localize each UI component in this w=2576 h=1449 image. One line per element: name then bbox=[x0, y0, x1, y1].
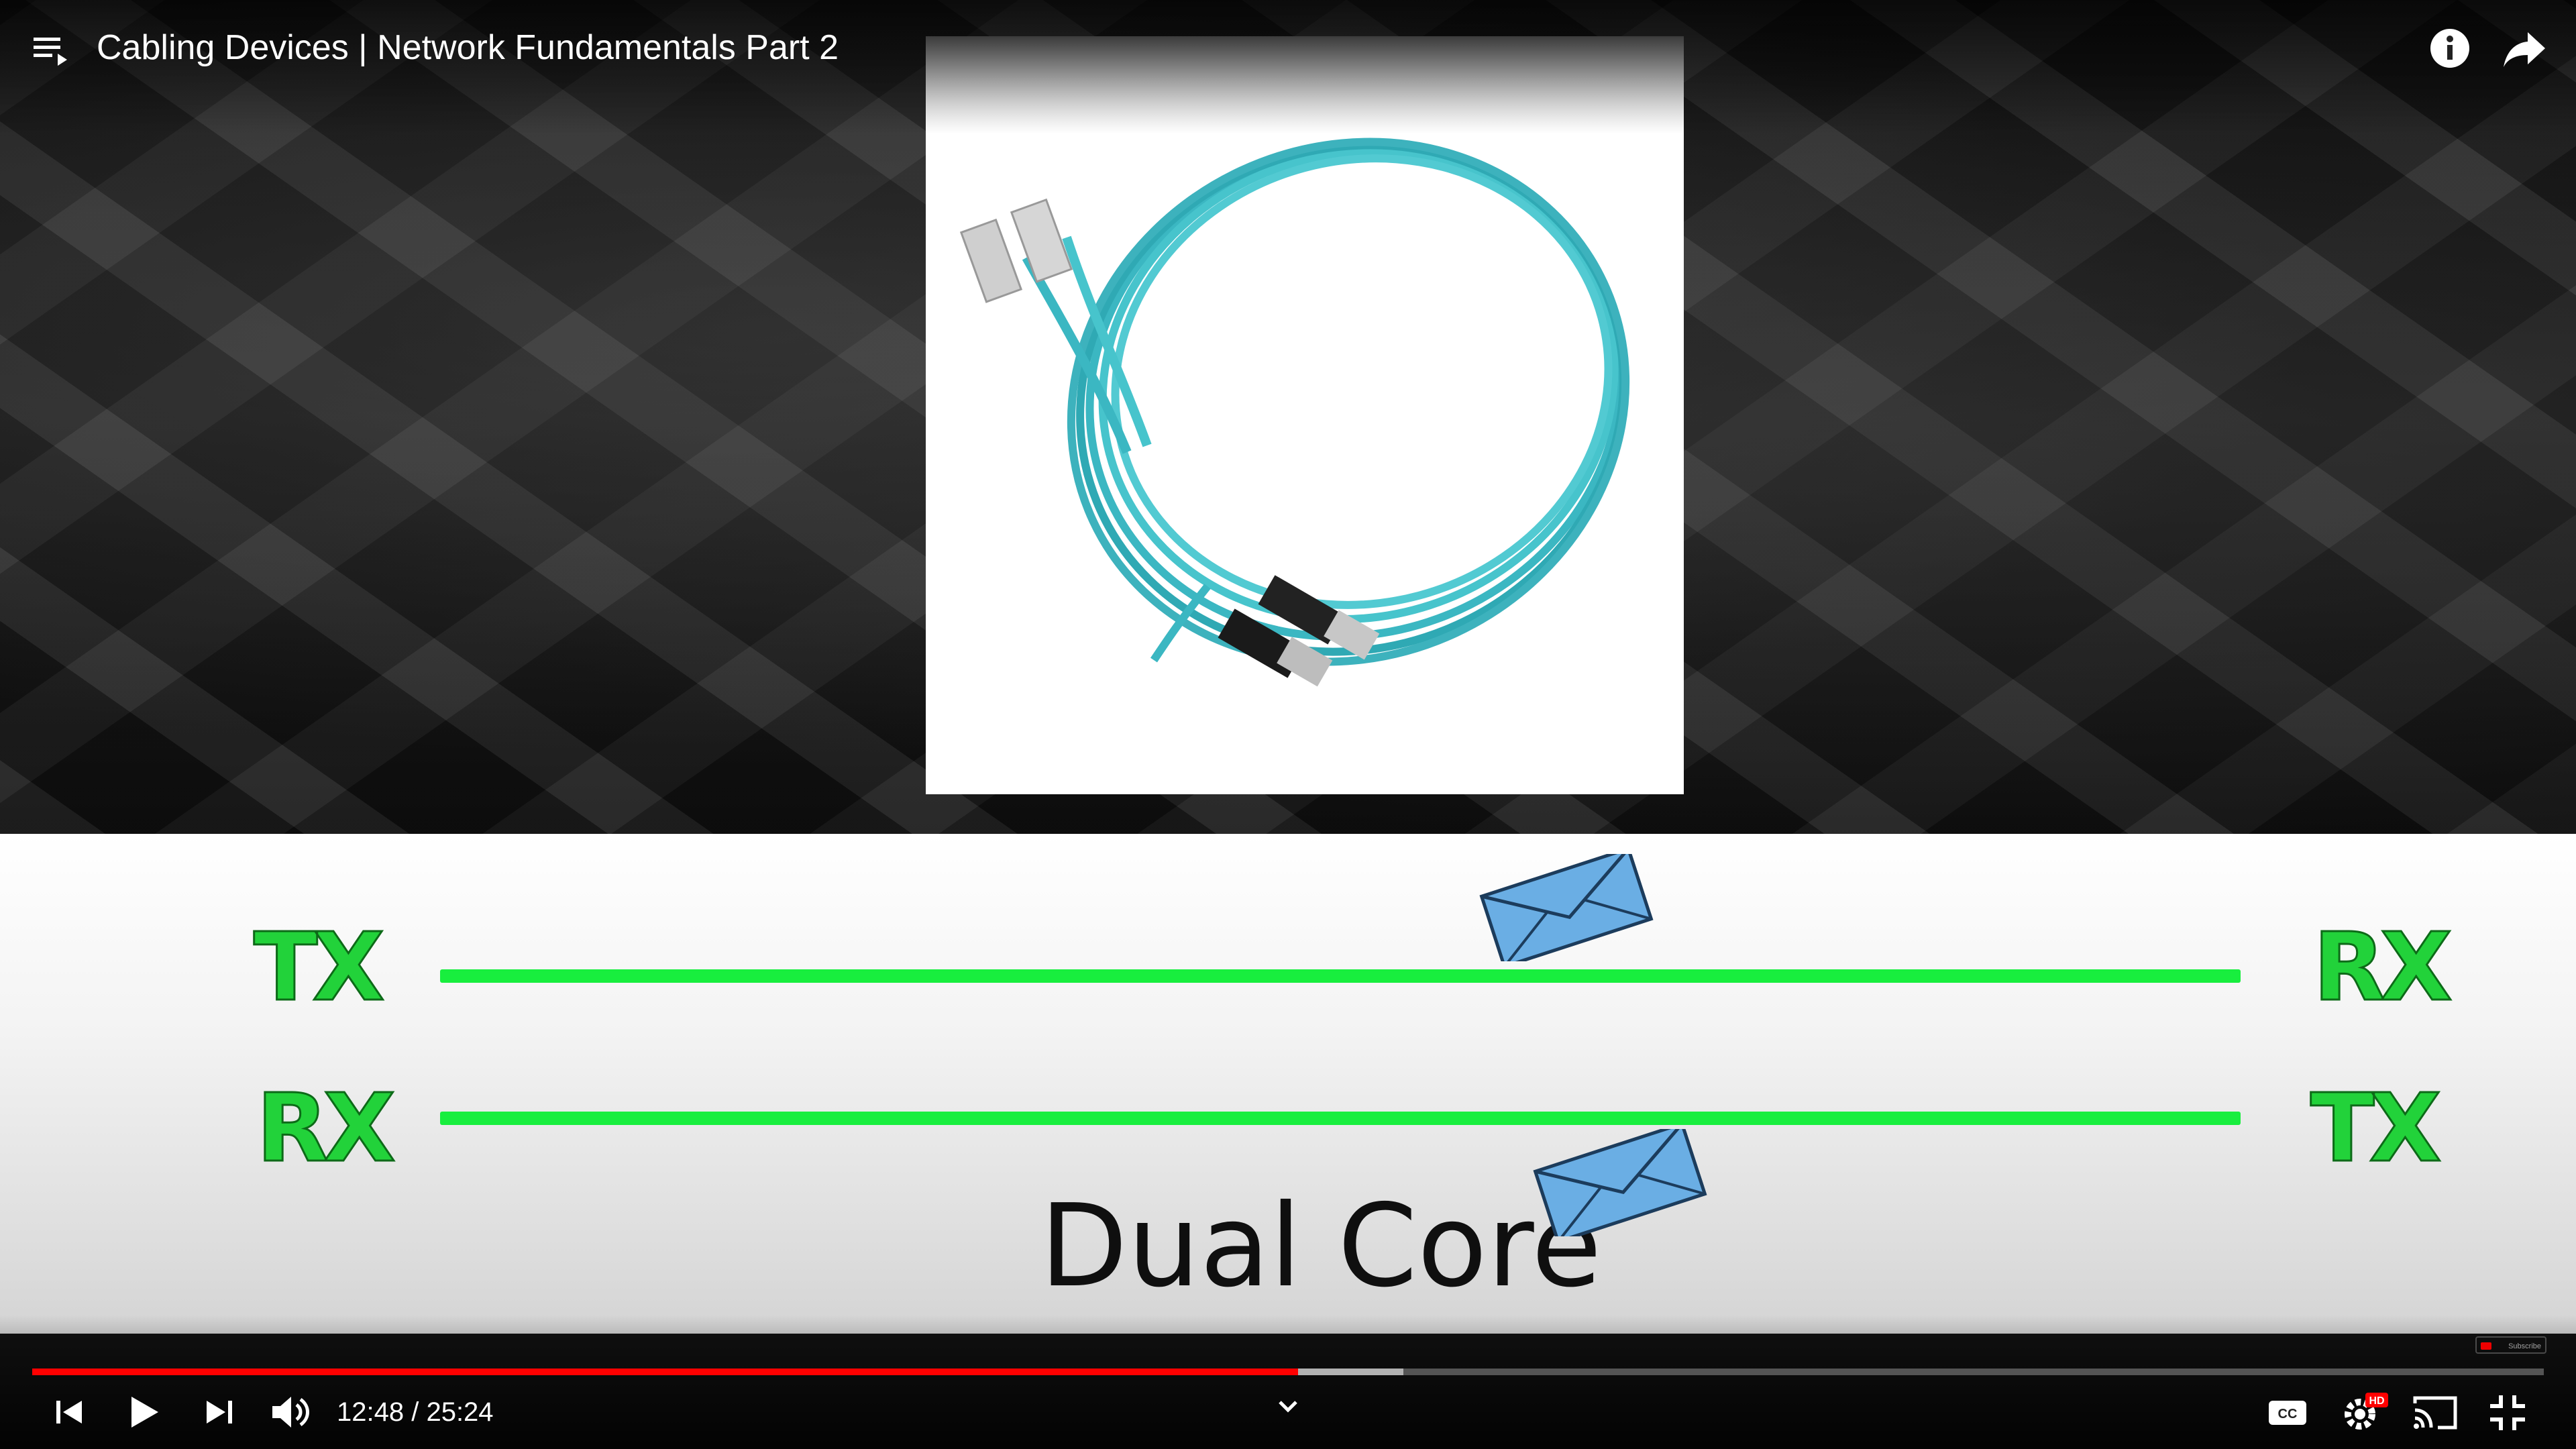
video-player[interactable]: TX RX RX TX Dual Core Cabling Devices | … bbox=[0, 0, 2576, 1449]
rx-label-right: RX bbox=[2312, 913, 2454, 1022]
svg-text:CC: CC bbox=[2278, 1407, 2298, 1421]
envelope-icon-bottom bbox=[1533, 1129, 1707, 1236]
fiber-cable-illustration bbox=[926, 36, 1684, 794]
fiber-cable-photo bbox=[926, 36, 1684, 794]
transmit-line-top bbox=[440, 969, 2241, 983]
hd-badge: HD bbox=[2369, 1395, 2384, 1407]
tx-label-left: TX bbox=[252, 913, 385, 1022]
tx-label-right: TX bbox=[2309, 1074, 2442, 1183]
playlist-icon[interactable] bbox=[34, 34, 71, 68]
exit-fullscreen-icon[interactable] bbox=[2489, 1394, 2526, 1432]
time-separator: / bbox=[404, 1397, 427, 1427]
progress-bar[interactable] bbox=[32, 1368, 2544, 1375]
envelope-icon-top bbox=[1479, 854, 1654, 961]
skip-previous-icon[interactable] bbox=[54, 1397, 85, 1428]
total-duration: 25:24 bbox=[426, 1397, 494, 1427]
time-display: 12:48 / 25:24 bbox=[337, 1394, 494, 1430]
play-icon[interactable] bbox=[127, 1394, 161, 1430]
subscribe-watermark[interactable]: Subscribe bbox=[2475, 1336, 2546, 1354]
current-time: 12:48 bbox=[337, 1397, 405, 1427]
volume-icon[interactable] bbox=[271, 1394, 313, 1430]
dual-core-caption: Dual Core bbox=[1040, 1180, 1602, 1313]
info-icon[interactable] bbox=[2428, 27, 2471, 70]
settings-gear-icon[interactable]: HD bbox=[2341, 1391, 2390, 1433]
played-bar bbox=[32, 1368, 1298, 1375]
transmit-line-bottom bbox=[440, 1112, 2241, 1125]
youtube-logo-icon bbox=[2481, 1342, 2491, 1350]
rx-label-left: RX bbox=[256, 1074, 397, 1183]
chevron-down-icon[interactable] bbox=[1277, 1399, 1299, 1414]
share-icon[interactable] bbox=[2502, 30, 2546, 70]
subscribe-watermark-text: Subscribe bbox=[2508, 1342, 2541, 1350]
video-title[interactable]: Cabling Devices | Network Fundamentals P… bbox=[97, 24, 839, 71]
slide-diagram: TX RX RX TX Dual Core bbox=[0, 834, 2576, 1334]
cast-icon[interactable] bbox=[2412, 1394, 2459, 1432]
skip-next-icon[interactable] bbox=[204, 1397, 235, 1428]
closed-captions-icon[interactable]: CC bbox=[2267, 1398, 2308, 1428]
